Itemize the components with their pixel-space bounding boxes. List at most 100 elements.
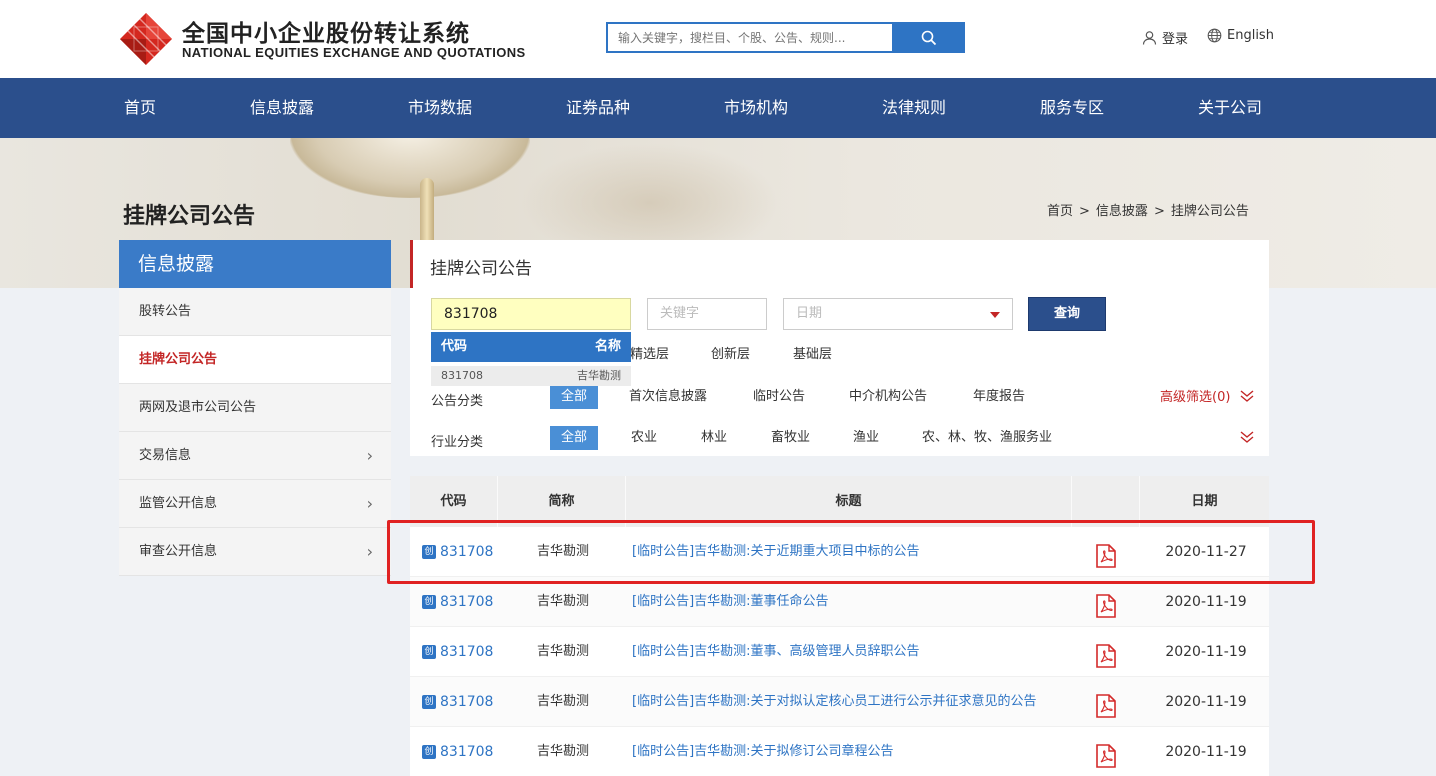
table-row: 创 831708 吉华勘测 [临时公告]吉华勘测:董事、高级管理人员辞职公告 20… (410, 627, 1269, 677)
autocomplete-option-code: 831708 (441, 369, 483, 382)
sidebar: 信息披露 股转公告 挂牌公司公告 两网及退市公司公告 交易信息 › 监管公开信息 ›… (119, 240, 391, 576)
nav-item-about[interactable]: 关于公司 (1198, 78, 1262, 138)
code-search-input[interactable]: 831708 (431, 298, 631, 330)
breadcrumb-current: 挂牌公司公告 (1170, 204, 1249, 219)
site-search-input[interactable] (608, 24, 892, 51)
search-button[interactable] (892, 22, 965, 53)
logo-title-en[interactable]: NATIONAL EQUITIES EXCHANGE AND QUOTATION… (182, 45, 526, 60)
pdf-icon[interactable] (1096, 640, 1116, 668)
dropdown-caret-icon (990, 312, 1000, 318)
layer-select-tier[interactable]: 精选层 (630, 343, 669, 367)
login-link[interactable]: 登录 (1142, 28, 1188, 47)
row-title-link[interactable]: [临时公告]吉华勘测:关于对拟认定核心员工进行公示并征求意见的公告 (632, 677, 1037, 727)
row-title-link[interactable]: [临时公告]吉华勘测:关于近期重大项目中标的公告 (632, 527, 920, 577)
row-code-link[interactable]: 创 831708 (422, 577, 493, 627)
sidebar-item-review-info[interactable]: 审查公开信息 › (119, 528, 391, 576)
logo-title-cn[interactable]: 全国中小企业股份转让系统 (182, 14, 470, 48)
row-code-link[interactable]: 创 831708 (422, 727, 493, 776)
main-nav: 首页 信息披露 市场数据 证券品种 市场机构 法律规则 服务专区 关于公司 (0, 78, 1436, 138)
nav-item-services[interactable]: 服务专区 (1040, 78, 1104, 138)
row-abbr: 吉华勘测 (536, 744, 589, 759)
category-chip[interactable]: 年度报告 (973, 385, 1025, 409)
row-code: 831708 (440, 744, 494, 760)
site-search (606, 22, 892, 53)
row-title-link[interactable]: [临时公告]吉华勘测:关于拟修订公司章程公告 (632, 727, 894, 776)
innovation-badge-icon: 创 (422, 745, 436, 759)
neeq-logo-icon[interactable] (120, 13, 172, 65)
row-date: 2020-11-19 (1165, 744, 1247, 760)
sidebar-item-trading-info[interactable]: 交易信息 › (119, 432, 391, 480)
category-chip[interactable]: 中介机构公告 (849, 385, 927, 409)
pdf-icon[interactable] (1096, 590, 1116, 618)
col-header-file (1072, 476, 1140, 527)
layer-innovation-tier[interactable]: 创新层 (711, 343, 750, 367)
row-title-link[interactable]: [临时公告]吉华勘测:董事任命公告 (632, 577, 829, 627)
nav-item-disclosure[interactable]: 信息披露 (250, 78, 314, 138)
autocomplete-col-name: 名称 (594, 339, 621, 354)
row-date: 2020-11-19 (1165, 594, 1247, 610)
category-chip[interactable]: 临时公告 (753, 385, 805, 409)
sidebar-item-label: 交易信息 (139, 448, 192, 463)
date-select[interactable]: 日期 (783, 298, 1013, 330)
industry-chip[interactable]: 农、林、牧、渔服务业 (922, 426, 1052, 450)
pdf-icon[interactable] (1096, 740, 1116, 768)
col-header-title: 标题 (626, 476, 1072, 527)
industry-filter-label: 行业分类 (431, 435, 484, 450)
table-row: 创 831708 吉华勘测 [临时公告]吉华勘测:董事任命公告 2020-11-1… (410, 577, 1269, 627)
sidebar-item-label: 审查公开信息 (139, 544, 218, 559)
nav-item-institutions[interactable]: 市场机构 (724, 78, 788, 138)
nav-item-market-data[interactable]: 市场数据 (408, 78, 472, 138)
chevron-right-icon: › (366, 446, 373, 465)
layer-base-tier[interactable]: 基础层 (793, 343, 832, 367)
industry-chip[interactable]: 畜牧业 (771, 426, 810, 450)
innovation-badge-icon: 创 (422, 545, 436, 559)
industry-chip[interactable]: 农业 (631, 426, 657, 450)
pdf-icon[interactable] (1096, 540, 1116, 568)
search-icon (921, 30, 936, 45)
autocomplete-option-name: 吉华勘测 (577, 369, 621, 382)
row-code-link[interactable]: 创 831708 (422, 677, 493, 727)
industry-chip[interactable]: 林业 (701, 426, 727, 450)
innovation-badge-icon: 创 (422, 595, 436, 609)
user-icon (1142, 31, 1157, 45)
query-button[interactable]: 查询 (1028, 297, 1106, 331)
language-switch[interactable]: English (1207, 28, 1274, 43)
col-header-code: 代码 (410, 476, 498, 527)
sidebar-item-delisted-announcements[interactable]: 两网及退市公司公告 (119, 384, 391, 432)
sidebar-item-listed-company-announcements[interactable]: 挂牌公司公告 (119, 336, 391, 384)
pdf-icon[interactable] (1096, 690, 1116, 718)
row-code: 831708 (440, 544, 494, 560)
chevron-right-icon: › (366, 494, 373, 513)
innovation-badge-icon: 创 (422, 695, 436, 709)
row-code-link[interactable]: 创 831708 (422, 627, 493, 677)
chevron-right-icon: › (366, 542, 373, 561)
breadcrumb-home[interactable]: 首页 (1047, 204, 1073, 219)
date-placeholder: 日期 (796, 306, 823, 321)
category-filter-label: 公告分类 (431, 394, 484, 409)
sidebar-item-label: 两网及退市公司公告 (139, 400, 257, 415)
industry-all-chip[interactable]: 全部 (550, 426, 599, 450)
double-chevron-down-icon[interactable] (1240, 390, 1254, 402)
login-label: 登录 (1162, 32, 1189, 47)
table-header: 代码 简称 标题 日期 (410, 476, 1269, 527)
breadcrumb: 首页 > 信息披露 > 挂牌公司公告 (1047, 200, 1249, 219)
autocomplete-option[interactable]: 831708 吉华勘测 (431, 366, 631, 386)
sidebar-item-regulatory-info[interactable]: 监管公开信息 › (119, 480, 391, 528)
row-code: 831708 (440, 594, 494, 610)
nav-item-home[interactable]: 首页 (124, 78, 156, 138)
industry-chip[interactable]: 渔业 (853, 426, 879, 450)
row-title-link[interactable]: [临时公告]吉华勘测:董事、高级管理人员辞职公告 (632, 627, 920, 677)
innovation-badge-icon: 创 (422, 645, 436, 659)
advanced-filter-link[interactable]: 高级筛选(0) (1160, 386, 1230, 405)
row-code-link[interactable]: 创 831708 (422, 527, 493, 577)
category-chip[interactable]: 首次信息披露 (629, 385, 707, 409)
sidebar-item-neeq-announcements[interactable]: 股转公告 (119, 288, 391, 336)
double-chevron-down-icon[interactable] (1240, 431, 1254, 443)
nav-item-securities[interactable]: 证券品种 (566, 78, 630, 138)
keyword-input[interactable]: 关键字 (647, 298, 767, 330)
category-all-chip[interactable]: 全部 (550, 385, 599, 409)
table-row: 创 831708 吉华勘测 [临时公告]吉华勘测:关于对拟认定核心员工进行公示并征… (410, 677, 1269, 727)
nav-item-rules[interactable]: 法律规则 (882, 78, 946, 138)
breadcrumb-disclosure[interactable]: 信息披露 (1096, 204, 1148, 219)
row-date: 2020-11-19 (1165, 694, 1247, 710)
